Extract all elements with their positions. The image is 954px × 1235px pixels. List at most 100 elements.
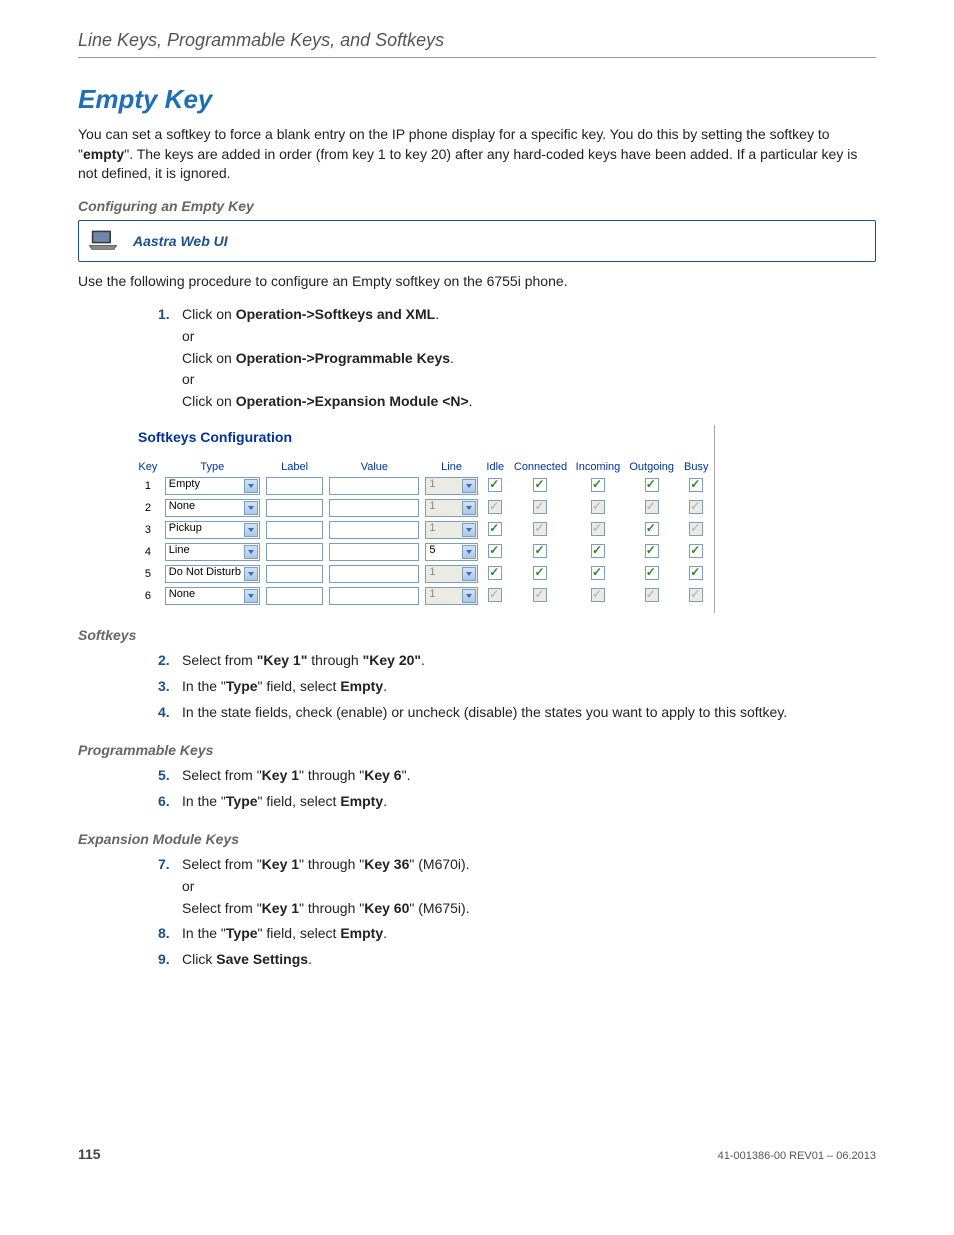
heading-configuring: Configuring an Empty Key [78, 198, 876, 214]
state-checkbox[interactable] [645, 522, 659, 536]
b: Type [226, 678, 258, 694]
state-checkbox[interactable] [645, 566, 659, 580]
b: Key 1 [262, 900, 299, 916]
value-input[interactable] [329, 521, 419, 539]
t: ". [402, 767, 411, 783]
step-path: Operation->Expansion Module <N> [236, 393, 469, 409]
step-number: 5. [158, 766, 170, 786]
type-select[interactable]: None [165, 499, 260, 517]
type-select[interactable]: Line [165, 543, 260, 561]
or-text: or [182, 327, 876, 347]
step-8: 8. In the "Type" field, select Empty. [158, 924, 876, 950]
doc-id: 41-001386-00 REV01 – 06.2013 [718, 1150, 876, 1162]
table-row: 4Line 5 [134, 541, 714, 563]
b: Type [226, 925, 258, 941]
col-header: Busy [679, 459, 714, 475]
state-checkbox[interactable] [533, 566, 547, 580]
state-checkbox [591, 522, 605, 536]
table-row: 5Do Not Disturb1 [134, 563, 714, 585]
line-select[interactable]: 5 [425, 543, 477, 561]
step-7: 7. Select from "Key 1" through "Key 36" … [158, 855, 876, 924]
state-checkbox [689, 588, 703, 602]
state-checkbox[interactable] [591, 544, 605, 558]
b: Key 6 [364, 767, 401, 783]
state-checkbox [591, 500, 605, 514]
state-checkbox[interactable] [488, 478, 502, 492]
state-checkbox [533, 500, 547, 514]
cell-key: 3 [134, 519, 162, 541]
label-input[interactable] [266, 521, 323, 539]
t: . [308, 951, 312, 967]
table-row: 2None1 [134, 497, 714, 519]
value-input[interactable] [329, 565, 419, 583]
state-checkbox[interactable] [689, 478, 703, 492]
b: Empty [340, 925, 383, 941]
label-input[interactable] [266, 565, 323, 583]
b: Save Settings [216, 951, 308, 967]
b: Key 36 [364, 856, 409, 872]
t: " through " [299, 856, 364, 872]
label-input[interactable] [266, 499, 323, 517]
page-number: 115 [78, 1146, 101, 1162]
col-header: Connected [510, 459, 571, 475]
type-select[interactable]: None [165, 587, 260, 605]
state-checkbox[interactable] [488, 544, 502, 558]
line-select: 1 [425, 477, 477, 495]
t: Select from " [182, 856, 262, 872]
value-input[interactable] [329, 587, 419, 605]
col-header: Outgoing [625, 459, 679, 475]
heading-softkeys: Softkeys [78, 627, 876, 643]
state-checkbox[interactable] [645, 544, 659, 558]
label-input[interactable] [266, 587, 323, 605]
cell-key: 4 [134, 541, 162, 563]
b: Type [226, 793, 258, 809]
b: "Key 20" [363, 652, 421, 668]
t: " (M675i). [409, 900, 469, 916]
t: . [383, 678, 387, 694]
type-select[interactable]: Empty [165, 477, 260, 495]
running-header: Line Keys, Programmable Keys, and Softke… [78, 30, 876, 58]
state-checkbox[interactable] [488, 566, 502, 580]
heading-expansion: Expansion Module Keys [78, 831, 876, 847]
state-checkbox[interactable] [533, 544, 547, 558]
state-checkbox[interactable] [689, 566, 703, 580]
intro-paragraph: You can set a softkey to force a blank e… [78, 125, 876, 184]
state-checkbox[interactable] [488, 522, 502, 536]
t: In the state fields, check (enable) or u… [182, 704, 787, 720]
t: . [383, 793, 387, 809]
label-input[interactable] [266, 477, 323, 495]
type-select[interactable]: Do Not Disturb [165, 565, 260, 583]
value-input[interactable] [329, 543, 419, 561]
step-text: Click on [182, 350, 236, 366]
step-number: 1. [158, 305, 170, 325]
step-3: 3. In the "Type" field, select Empty. [158, 677, 876, 703]
step-number: 4. [158, 703, 170, 723]
state-checkbox[interactable] [533, 478, 547, 492]
type-select[interactable]: Pickup [165, 521, 260, 539]
t: . [435, 306, 439, 322]
line-select: 1 [425, 499, 477, 517]
step-number: 8. [158, 924, 170, 944]
state-checkbox[interactable] [689, 544, 703, 558]
state-checkbox[interactable] [591, 566, 605, 580]
value-input[interactable] [329, 477, 419, 495]
intro2: Use the following procedure to configure… [78, 272, 876, 292]
step-number: 9. [158, 950, 170, 970]
col-header: Key [134, 459, 162, 475]
page-footer: 115 41-001386-00 REV01 – 06.2013 [78, 1146, 876, 1162]
cell-key: 6 [134, 585, 162, 607]
t: Select from " [182, 767, 262, 783]
t: In the " [182, 793, 226, 809]
cell-key: 5 [134, 563, 162, 585]
value-input[interactable] [329, 499, 419, 517]
t: . [383, 925, 387, 941]
step-6: 6. In the "Type" field, select Empty. [158, 792, 876, 818]
label-input[interactable] [266, 543, 323, 561]
state-checkbox[interactable] [591, 478, 605, 492]
intro-empty-word: empty [83, 146, 124, 162]
col-header: Value [326, 459, 422, 475]
b: Key 60 [364, 900, 409, 916]
step-5: 5. Select from "Key 1" through "Key 6". [158, 766, 876, 792]
t: through [307, 652, 362, 668]
state-checkbox[interactable] [645, 478, 659, 492]
